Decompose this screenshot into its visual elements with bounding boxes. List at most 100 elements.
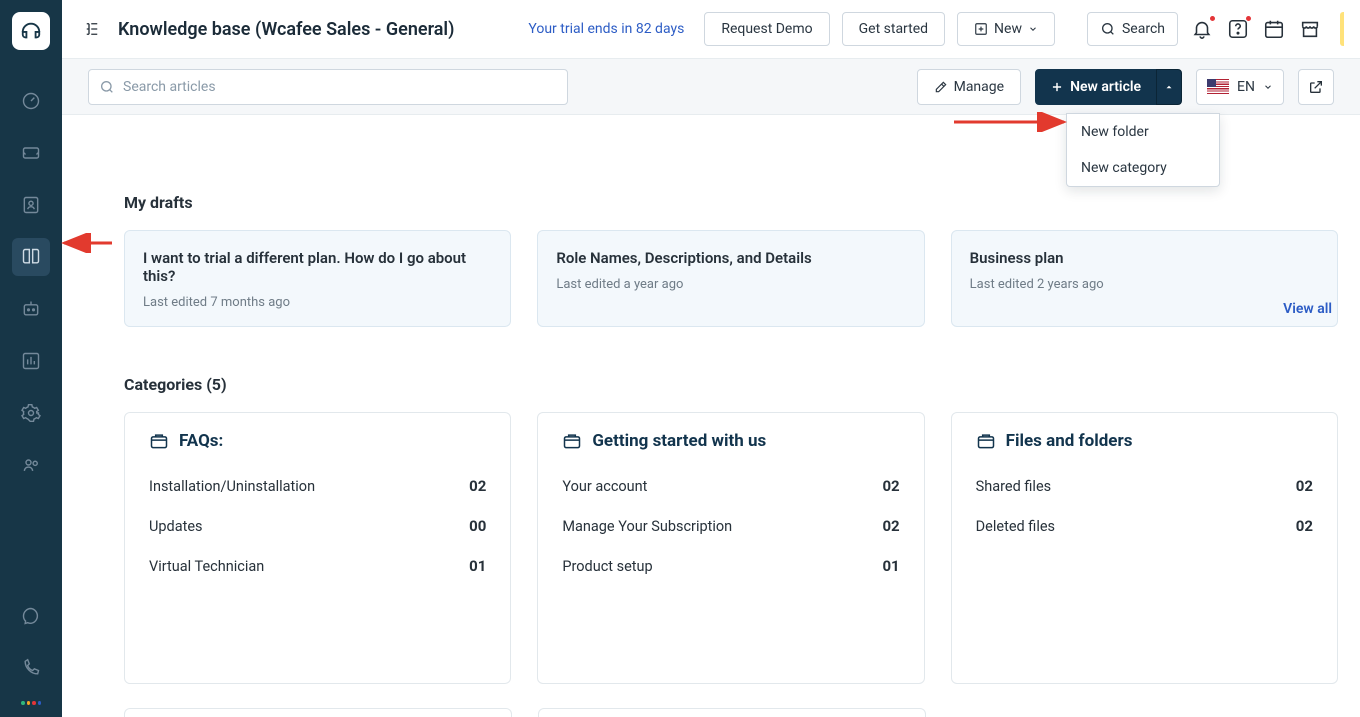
category-item[interactable]: Your account02: [562, 473, 899, 499]
category-card[interactable]: [124, 708, 512, 717]
nav-tickets[interactable]: [12, 134, 50, 172]
page-title: Knowledge base (Wcafee Sales - General): [118, 19, 454, 40]
search-icon: [99, 79, 115, 95]
nav-dashboard[interactable]: [12, 82, 50, 120]
category-item[interactable]: Manage Your Subscription 02: [562, 513, 899, 539]
get-started-button[interactable]: Get started: [842, 12, 945, 46]
drafts-heading: My drafts: [124, 193, 1338, 212]
annotation-arrow-sidebar: [58, 233, 114, 253]
category-item[interactable]: Virtual Technician 01: [149, 553, 486, 579]
trial-link[interactable]: Your trial ends in 82 days: [528, 21, 684, 37]
avatar-strip[interactable]: [1340, 12, 1344, 46]
caret-up-icon: [1164, 82, 1174, 92]
article-search-input[interactable]: [123, 79, 557, 95]
category-item-name: Deleted files: [976, 518, 1055, 535]
nav-chat[interactable]: [12, 597, 50, 635]
new-article-label: New article: [1070, 79, 1141, 95]
category-item-count: 02: [882, 517, 899, 535]
category-item-count: 01: [469, 557, 486, 575]
view-all-link[interactable]: View all: [1283, 301, 1332, 317]
category-item[interactable]: Deleted files02: [976, 513, 1313, 539]
category-item-name: Manage Your Subscription: [562, 518, 732, 535]
draft-card[interactable]: Role Names, Descriptions, and Details La…: [537, 230, 924, 327]
categories-heading: Categories (5): [124, 375, 1338, 394]
dropdown-new-folder[interactable]: New folder: [1067, 114, 1219, 150]
new-article-button[interactable]: New article: [1035, 69, 1156, 105]
draft-card[interactable]: Business plan Last edited 2 years ago: [951, 230, 1338, 327]
new-article-dropdown: New folder New category: [1066, 113, 1220, 187]
category-item-name: Updates: [149, 518, 203, 535]
category-item-name: Virtual Technician: [149, 558, 264, 575]
article-search[interactable]: [88, 69, 568, 105]
category-item-count: 00: [469, 517, 486, 535]
draft-card[interactable]: I want to trial a different plan. How do…: [124, 230, 511, 327]
dropdown-new-category[interactable]: New category: [1067, 150, 1219, 186]
draft-meta: Last edited a year ago: [556, 277, 905, 292]
language-button[interactable]: EN: [1196, 69, 1284, 105]
calendar-icon[interactable]: [1262, 17, 1286, 41]
nav-phone[interactable]: [12, 649, 50, 687]
category-item[interactable]: Installation/Uninstallation 02: [149, 473, 486, 499]
help-dot: [1245, 15, 1252, 22]
tree-toggle-button[interactable]: [78, 15, 106, 43]
plus-square-icon: [974, 22, 988, 36]
category-item[interactable]: Updates 00: [149, 513, 486, 539]
plus-icon: [1050, 80, 1064, 94]
nav-settings[interactable]: [12, 394, 50, 432]
category-item-count: 01: [882, 557, 899, 575]
drafts-row: I want to trial a different plan. How do…: [92, 230, 1338, 327]
new-button[interactable]: New: [957, 12, 1055, 46]
new-article-caret[interactable]: [1156, 69, 1182, 105]
global-search-button[interactable]: Search: [1087, 12, 1178, 46]
category-title: FAQs:: [179, 431, 223, 451]
category-item-name: Shared files: [976, 478, 1051, 495]
nav-more-dots[interactable]: [21, 701, 41, 711]
nav-reports[interactable]: [12, 342, 50, 380]
notifications-icon[interactable]: [1190, 17, 1214, 41]
edit-icon: [934, 80, 948, 94]
nav-knowledge-base[interactable]: [12, 238, 50, 276]
category-item-count: 02: [1296, 477, 1313, 495]
category-card[interactable]: [538, 708, 926, 717]
folder-icon: [976, 431, 996, 451]
draft-meta: Last edited 7 months ago: [143, 295, 492, 310]
external-link-icon: [1308, 79, 1324, 95]
help-icon[interactable]: [1226, 17, 1250, 41]
chevron-down-icon: [1028, 24, 1038, 34]
request-demo-button[interactable]: Request Demo: [704, 12, 829, 46]
nav-bot[interactable]: [12, 290, 50, 328]
categories-row-2: [92, 684, 1338, 717]
global-search-label: Search: [1122, 21, 1165, 37]
marketplace-icon[interactable]: [1298, 17, 1322, 41]
kb-content: My drafts View all I want to trial a dif…: [62, 115, 1360, 717]
draft-title: Role Names, Descriptions, and Details: [556, 249, 905, 267]
categories-row: FAQs: Installation/Uninstallation 02 Upda…: [92, 412, 1338, 684]
us-flag-icon: [1207, 79, 1229, 94]
manage-button[interactable]: Manage: [917, 69, 1021, 105]
category-item-name: Product setup: [562, 558, 652, 575]
category-item-count: 02: [469, 477, 486, 495]
annotation-arrow-dropdown: [950, 112, 1070, 132]
draft-title: I want to trial a different plan. How do…: [143, 249, 492, 285]
chevron-down-icon: [1263, 82, 1273, 92]
category-item[interactable]: Shared files 02: [976, 473, 1313, 499]
app-logo[interactable]: [12, 12, 50, 50]
nav-people[interactable]: [12, 446, 50, 484]
category-title: Getting started with us: [592, 431, 766, 451]
category-card[interactable]: FAQs: Installation/Uninstallation 02 Upda…: [124, 412, 511, 684]
category-card[interactable]: Getting started with us Your account02 M…: [537, 412, 924, 684]
manage-label: Manage: [954, 79, 1004, 95]
open-external-button[interactable]: [1298, 69, 1334, 105]
new-button-label: New: [994, 21, 1022, 37]
category-item-name: Installation/Uninstallation: [149, 478, 315, 495]
top-header: Knowledge base (Wcafee Sales - General) …: [62, 0, 1360, 59]
notification-dot: [1209, 15, 1216, 22]
category-title: Files and folders: [1006, 431, 1133, 451]
draft-title: Business plan: [970, 249, 1319, 267]
category-item-name: Your account: [562, 478, 647, 495]
category-card[interactable]: Files and folders Shared files 02 Deleted…: [951, 412, 1338, 684]
kb-toolbar: Manage New article EN: [62, 59, 1360, 115]
category-item[interactable]: Product setup 01: [562, 553, 899, 579]
nav-contacts[interactable]: [12, 186, 50, 224]
folder-icon: [149, 431, 169, 451]
